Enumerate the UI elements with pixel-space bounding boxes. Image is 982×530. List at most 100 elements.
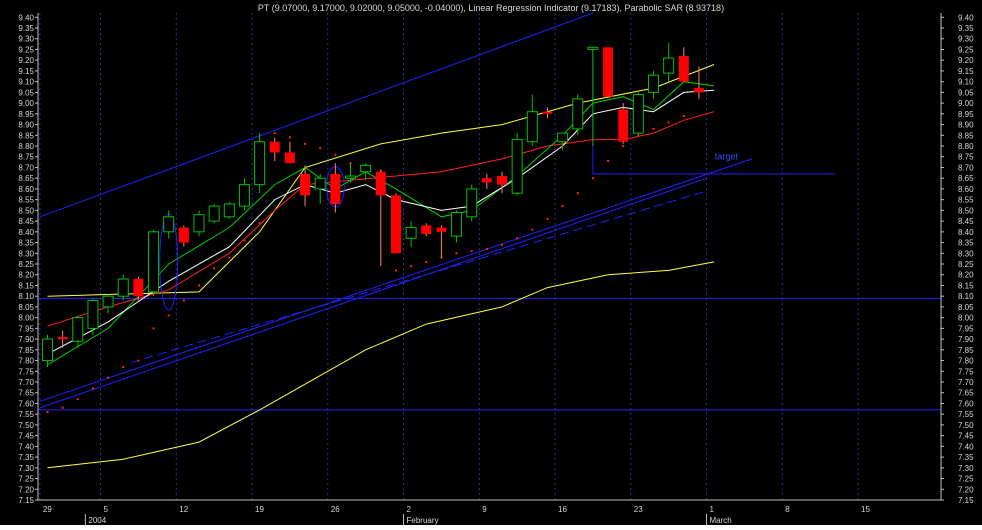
x-tick-label: 8: [785, 505, 790, 514]
y-tick-label-right: 9.25: [958, 45, 974, 54]
sar-dot: [470, 250, 473, 253]
sar-dot: [682, 114, 685, 117]
y-tick-label-right: 7.80: [958, 357, 974, 366]
candle-body-down: [269, 141, 280, 153]
y-tick-label-right: 8.20: [958, 271, 974, 280]
sar-dot: [394, 269, 397, 272]
y-tick-label-right: 9.15: [958, 67, 974, 76]
y-tick-label-left: 8.45: [18, 217, 34, 226]
y-tick-label-left: 7.25: [18, 475, 34, 484]
y-tick-label-left: 8.95: [18, 110, 34, 119]
sar-dot: [410, 265, 413, 268]
sar-dot: [576, 192, 579, 195]
sar-dot: [243, 239, 246, 242]
y-tick-label-left: 7.45: [18, 432, 34, 441]
candle-body-up: [451, 212, 463, 237]
y-tick-label-left: 7.50: [18, 421, 34, 430]
y-tick-label-left: 9.05: [18, 88, 34, 97]
candle-body-down: [284, 152, 295, 164]
y-tick-label-left: 7.40: [18, 442, 34, 451]
candle-body-down: [300, 173, 311, 196]
y-tick-label-left: 8.70: [18, 163, 34, 172]
y-tick-label-left: 7.65: [18, 389, 34, 398]
candle-body-down: [481, 178, 492, 183]
y-tick-label-left: 8.20: [18, 271, 34, 280]
x-tick-label: 16: [558, 505, 567, 514]
candle-body-down: [330, 173, 341, 204]
candle-body-up: [163, 216, 175, 233]
sar-dot: [546, 217, 549, 220]
y-tick-label-left: 9.35: [18, 24, 34, 33]
chart-container: 9.40 9.40 9.35 9.35 9.30 9.30 9.25 9.25 9.20 9.20…: [0, 0, 982, 525]
y-tick-label-right: 7.70: [958, 378, 974, 387]
y-tick-label-right: 9.30: [958, 35, 974, 44]
candle-body-down: [678, 55, 689, 82]
y-tick-label-left: 7.90: [18, 335, 34, 344]
candle-body-up: [632, 94, 644, 134]
sar-dot: [561, 205, 564, 208]
sar-dot: [198, 284, 200, 287]
y-tick-label-left: 8.00: [18, 314, 34, 323]
candle-body-down: [133, 279, 144, 297]
y-tick-label-left: 7.95: [18, 324, 34, 333]
sar-dot: [273, 132, 276, 135]
candle-body-up: [102, 295, 114, 308]
y-tick-label-left: 8.25: [18, 260, 34, 269]
x-tick-label: 5: [104, 505, 109, 514]
candle-body-down: [390, 195, 401, 254]
y-tick-label-left: 9.15: [18, 67, 34, 76]
candle-body-up: [572, 98, 584, 130]
x-period-label: February: [407, 516, 439, 525]
sar-dot: [516, 237, 519, 240]
chart-background: [0, 0, 982, 525]
sar-dot: [622, 145, 625, 148]
y-tick-label-left: 8.65: [18, 174, 34, 183]
sar-dot: [501, 243, 503, 246]
sar-dot: [91, 387, 94, 390]
candle-body-down: [618, 109, 629, 142]
candle-body-down: [375, 171, 386, 196]
y-tick-label-right: 9.00: [958, 99, 974, 108]
y-tick-label-right: 9.35: [958, 24, 974, 33]
y-tick-label-left: 8.75: [18, 153, 34, 162]
x-tick-label: 29: [43, 505, 52, 514]
y-tick-label-right: 7.20: [958, 485, 974, 494]
y-tick-label-right: 7.65: [958, 389, 974, 398]
candle-body-up: [663, 57, 675, 74]
y-tick-label-right: 8.65: [958, 174, 974, 183]
candlestick-chart: 9.40 9.409.35 9.359.30 9.309.25 9.259.20 9.20…: [0, 0, 982, 525]
y-tick-label-right: 8.70: [958, 163, 974, 172]
y-tick-label-right: 7.35: [958, 453, 974, 462]
sar-dot: [667, 121, 670, 124]
y-tick-label-right: 7.50: [958, 421, 974, 430]
y-tick-label-left: 8.50: [18, 206, 34, 215]
y-tick-label-right: 8.30: [958, 249, 974, 258]
y-tick-label-right: 8.25: [958, 260, 974, 269]
y-tick-label-right: 7.15: [958, 496, 974, 505]
y-tick-label-right: 7.90: [958, 335, 974, 344]
y-tick-label-right: 8.75: [958, 153, 974, 162]
y-tick-label-right: 7.25: [958, 475, 974, 484]
chart-header: PT (9.07000, 9.17000, 9.02000, 9.05000, …: [258, 3, 724, 13]
y-tick-label-right: 9.10: [958, 78, 974, 87]
sar-dot: [76, 398, 79, 401]
candle-body-down: [436, 227, 447, 232]
y-tick-label-right: 7.30: [958, 464, 974, 473]
x-tick-label: 9: [482, 505, 487, 514]
candle-body-up: [405, 227, 417, 239]
sar-dot: [152, 327, 155, 330]
sar-dot: [137, 359, 140, 362]
y-tick-label-left: 9.30: [18, 35, 34, 44]
candle-body-up: [360, 164, 372, 173]
y-tick-label-right: 8.40: [958, 228, 974, 237]
y-tick-label-left: 7.15: [18, 496, 34, 505]
y-tick-label-left: 8.55: [18, 196, 34, 205]
sar-dot: [531, 228, 534, 231]
sar-dot: [122, 365, 125, 368]
candle-body-up: [72, 317, 84, 342]
y-tick-label-right: 7.40: [958, 442, 974, 451]
candle-body-up: [511, 139, 523, 194]
candle-body-up: [193, 214, 205, 233]
sar-dot: [182, 299, 185, 302]
candle-body-up: [526, 111, 538, 143]
